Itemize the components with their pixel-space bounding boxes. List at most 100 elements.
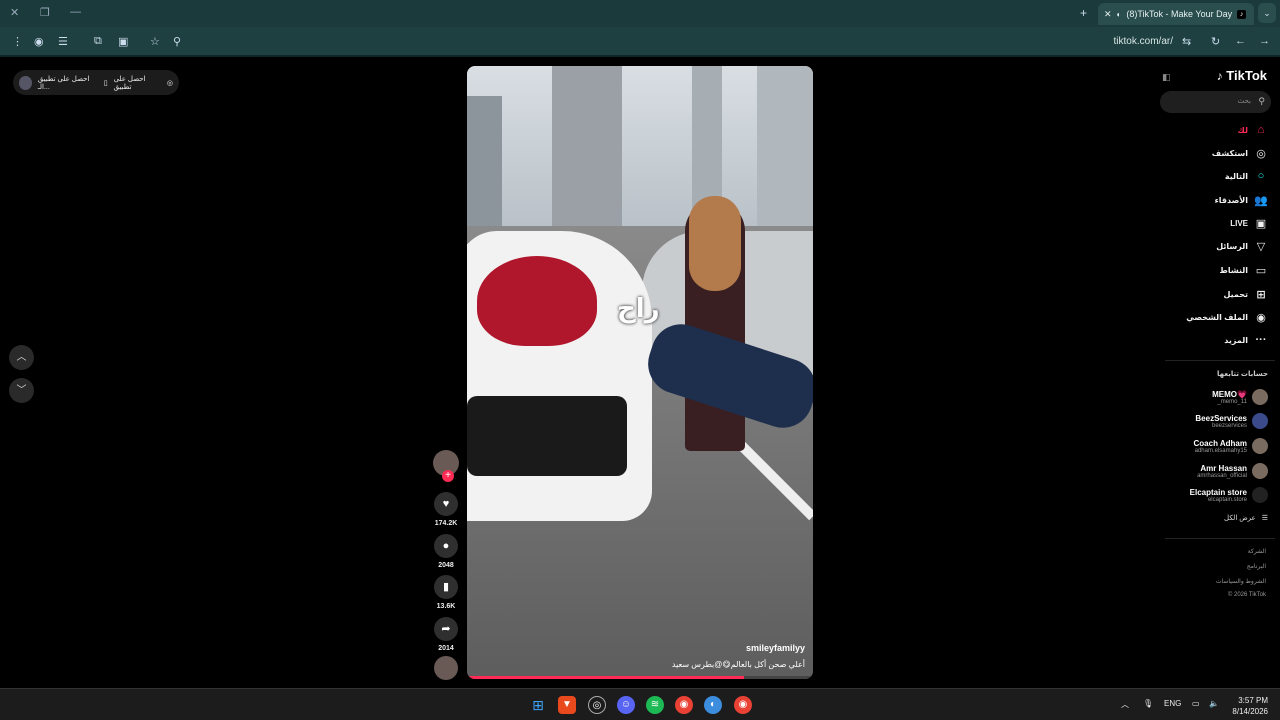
back-icon[interactable]: ← [1235, 35, 1246, 47]
avatar [1252, 413, 1268, 429]
sidebar-item-live[interactable]: LIVE ▣ [1230, 215, 1268, 231]
search-placeholder: بحث [1237, 98, 1251, 105]
search-input[interactable]: بحث ⚲ [1160, 91, 1271, 113]
reload-icon[interactable]: ↻ [1211, 35, 1220, 48]
browser-app-icon[interactable]: ◐ [704, 696, 722, 714]
footer-link-terms[interactable]: الشروط والسياسات [1216, 578, 1266, 585]
tab-search-chevron-icon[interactable]: ⌄ [1258, 3, 1276, 23]
see-all-label: عرض الكل [1224, 515, 1256, 522]
sidebar-item-following[interactable]: التالية ○ [1225, 168, 1268, 184]
restore-window-icon[interactable]: ❐ [40, 6, 50, 19]
sound-avatar[interactable] [434, 656, 458, 680]
tiktok-logo-icon: ♪ [1216, 69, 1223, 83]
footer-link-company[interactable]: الشركة [1248, 548, 1266, 555]
sidebar-item-label: المزيد [1224, 335, 1248, 345]
language-indicator[interactable]: ENG [1164, 699, 1181, 708]
followed-account[interactable]: BeezServices beezservices [1195, 410, 1268, 432]
profile-icon[interactable]: ◉ [34, 35, 44, 48]
tray-chevron-up-icon[interactable]: ︿ [1121, 699, 1129, 710]
chevron-up-icon: ︿ [16, 352, 27, 363]
chrome-dev-icon[interactable]: ◎ [588, 696, 606, 714]
brave-shield-icon[interactable]: ▣ [118, 35, 128, 48]
browser-toolbar: ⋮ ◉ ☰ ⧉ ▣ ☆ ⚲ tiktok.com/ar/ ⇆ ↻ ← → [0, 27, 1280, 57]
followed-account[interactable]: MEMO💗 _memo_11 [1212, 386, 1268, 408]
clock[interactable]: 3:57 PM 8/14/2026 [1232, 695, 1268, 717]
forward-icon[interactable]: → [1259, 35, 1270, 47]
account-handle: amrhassan_official [1197, 472, 1247, 479]
follow-plus-icon[interactable]: + [442, 470, 454, 482]
menu-icon[interactable]: ⋮ [12, 35, 23, 48]
bookmark-icon: ▮ [434, 575, 458, 599]
sidebar-item-for-you[interactable]: لك ⌂ [1238, 122, 1268, 138]
brave-browser-icon[interactable]: ▼ [558, 696, 576, 714]
chrome-profile-icon[interactable]: ◉ [734, 696, 752, 714]
sidebar-item-label: الرسائل [1216, 241, 1248, 251]
tab-title: (8)TikTok - Make Your Day [1126, 9, 1233, 19]
tab-audio-icon: ◐ [1116, 9, 1122, 19]
video-frame-building [757, 66, 813, 226]
footer-link-program[interactable]: البرنامج [1247, 563, 1266, 570]
sidebar-item-explore[interactable]: استكشف ◎ [1212, 145, 1268, 161]
video-player[interactable]: راح smileyfamilyy أعلي صحن أكل بالعالم😋@… [467, 66, 813, 679]
followed-account[interactable]: Amr Hassan amrhassan_official [1197, 460, 1268, 482]
zoom-icon[interactable]: ⚲ [173, 35, 181, 48]
share-icon: ➦ [434, 617, 458, 641]
sidebar-item-label: تحميل [1223, 289, 1248, 299]
get-app-banner[interactable]: احصل على تطبيق الـ... ▯ احصل على تطبيق ◎ [13, 70, 179, 95]
followed-account[interactable]: Coach Adham adham.elsamahy15 [1193, 435, 1268, 457]
new-tab-button[interactable]: + [1080, 6, 1087, 20]
sidebar-item-label: لك [1237, 125, 1248, 135]
list-icon: ☰ [1261, 515, 1268, 522]
video-progress-bar[interactable] [467, 676, 813, 679]
search-icon: ⚲ [1258, 96, 1265, 106]
heart-icon: ♥ [434, 492, 458, 516]
account-handle: _memo_11 [1217, 398, 1247, 405]
upload-icon: ⊞ [1256, 288, 1266, 301]
previous-video-button[interactable]: ︿ [9, 345, 34, 370]
close-window-icon[interactable]: ✕ [10, 6, 19, 19]
close-tab-icon[interactable]: ✕ [1104, 9, 1112, 20]
save-button[interactable]: ▮ 13.6K [434, 575, 458, 610]
collapse-sidebar-icon[interactable]: ◧ [1162, 72, 1171, 83]
sidebar-item-friends[interactable]: الأصدقاء 👥 [1215, 192, 1268, 208]
microphone-icon[interactable]: 🎙 [1143, 699, 1153, 708]
address-bar[interactable]: tiktok.com/ar/ [1114, 36, 1173, 47]
tiktok-logo[interactable]: ♪ TikTok [1217, 68, 1267, 83]
sidebar: ◧ ♪ TikTok بحث ⚲ لك ⌂ استكشف ◎ التالية ○ ال… [1160, 58, 1280, 688]
minimize-window-icon[interactable]: — [70, 6, 81, 18]
account-name: Coach Adham [1193, 438, 1248, 448]
see-all-button[interactable]: عرض الكل ☰ [1224, 514, 1268, 522]
spotify-icon[interactable]: ≋ [646, 696, 664, 714]
sidebar-item-upload[interactable]: تحميل ⊞ [1223, 286, 1268, 302]
account-handle: beezservices [1211, 422, 1247, 429]
network-icon[interactable]: ▭ [1192, 699, 1200, 708]
like-button[interactable]: ♥ 174.2K [434, 492, 458, 527]
account-name: BeezServices [1195, 413, 1247, 423]
avatar [1252, 463, 1268, 479]
chrome-icon[interactable]: ◉ [675, 696, 693, 714]
extensions-icon[interactable]: ⧉ [94, 35, 102, 48]
sidebar-item-more[interactable]: المزيد ··· [1224, 332, 1268, 348]
video-author[interactable]: smileyfamilyy [746, 643, 805, 653]
share-count: 2014 [438, 645, 454, 652]
video-frame-car-grille [467, 396, 627, 476]
windows-start-icon[interactable]: ⊞ [529, 696, 547, 714]
reading-list-icon[interactable]: ☰ [58, 35, 68, 48]
discord-icon[interactable]: ☺ [617, 696, 635, 714]
next-video-button[interactable]: ﹀ [9, 378, 34, 403]
bookmark-star-icon[interactable]: ☆ [150, 35, 160, 48]
more-icon: ··· [1255, 334, 1267, 346]
tab-tiktok[interactable]: ✕ ◐ (8)TikTok - Make Your Day ♪ [1098, 3, 1254, 25]
creator-avatar[interactable]: + [433, 450, 459, 482]
home-icon: ⌂ [1257, 124, 1265, 136]
sidebar-item-profile[interactable]: الملف الشخصي ◉ [1186, 309, 1268, 325]
site-settings-icon[interactable]: ⇆ [1182, 35, 1191, 48]
comment-button[interactable]: ● 2048 [434, 534, 458, 569]
avatar [1252, 487, 1268, 503]
followed-account[interactable]: Elcaptain store elcaptain.store [1190, 484, 1268, 506]
share-button[interactable]: ➦ 2014 [434, 617, 458, 652]
promo-text-2: احصل على تطبيق الـ... [37, 75, 90, 91]
sidebar-item-messages[interactable]: الرسائل ▽ [1216, 238, 1268, 254]
sidebar-item-activity[interactable]: النشاط ▭ [1220, 262, 1268, 278]
volume-icon[interactable]: 🔈 [1209, 699, 1219, 708]
